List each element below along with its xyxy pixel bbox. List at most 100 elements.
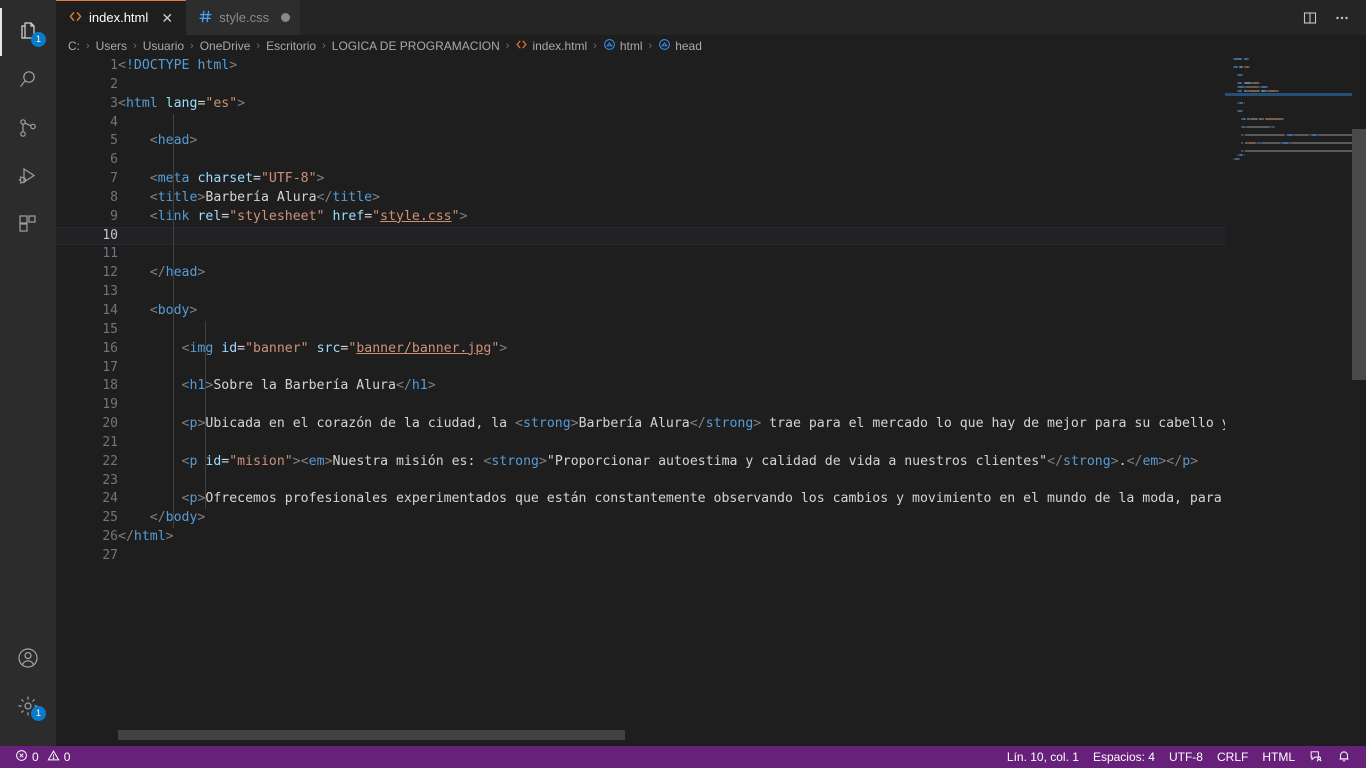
code-line[interactable]: 24 <p>Ofrecemos profesionales experiment… <box>56 490 1225 510</box>
status-bar-language-mode[interactable]: HTML <box>1255 746 1302 768</box>
code-line[interactable]: 1 <!DOCTYPE html> <box>56 57 1225 76</box>
code-line[interactable]: 20 <p>Ubicada en el corazón de la ciudad… <box>56 415 1225 434</box>
code-token: "stylesheet" <box>229 208 325 224</box>
code-line[interactable]: 19 <box>56 396 1225 416</box>
indent-guide <box>173 226 174 246</box>
indent-guide <box>173 396 174 416</box>
status-bar-live-share[interactable] <box>1302 746 1330 768</box>
activity-bar-item-source-control[interactable] <box>0 104 56 152</box>
code-line[interactable]: 4 <box>56 113 1225 133</box>
editor-vertical-scrollbar[interactable] <box>1352 57 1366 730</box>
code-line[interactable]: 10 <box>56 226 1225 246</box>
status-bar-right: Lín. 10, col. 1 Espacios: 4 UTF-8 CRLF H… <box>1000 746 1366 768</box>
warning-icon <box>47 749 60 765</box>
code-token: > <box>459 208 468 224</box>
status-bar-problems[interactable]: 0 0 <box>8 746 77 768</box>
breadcrumb-item-logica-de-programacion[interactable]: LOGICA DE PROGRAMACION <box>330 39 502 53</box>
code-line[interactable]: 21 <box>56 433 1225 453</box>
code-token: < <box>149 189 158 205</box>
unsaved-indicator-icon[interactable] <box>281 13 291 22</box>
breadcrumb-item-head[interactable]: head <box>656 38 704 54</box>
code-line[interactable]: 15 <box>56 320 1225 340</box>
breadcrumb-item-c[interactable]: C: <box>66 39 82 53</box>
code-line[interactable]: 5 <head> <box>56 132 1225 152</box>
status-bar-notifications[interactable] <box>1330 746 1358 768</box>
editor-horizontal-scrollbar[interactable] <box>56 730 1225 740</box>
code-token: strong <box>1063 453 1111 469</box>
status-bar-eol[interactable]: CRLF <box>1210 746 1255 768</box>
breadcrumb-item-onedrive[interactable]: OneDrive <box>198 39 253 53</box>
code-editor[interactable]: 1 <!DOCTYPE html> 2 3 <html lang="es"> 4 5 <he… <box>56 57 1225 730</box>
breadcrumb-item-index-html[interactable]: index.html <box>513 38 589 54</box>
code-token: > <box>372 189 381 205</box>
line-number: 10 <box>102 227 118 243</box>
code-line[interactable]: 16 <img id="banner" src="banner/banner.j… <box>56 339 1225 359</box>
line-number: 17 <box>102 359 118 375</box>
horizontal-scrollbar-thumb[interactable] <box>118 730 625 740</box>
code-line[interactable]: 6 <box>56 151 1225 171</box>
code-line[interactable]: 18 <h1>Sobre la Barbería Alura</h1> <box>56 377 1225 397</box>
code-line[interactable]: 3 <html lang="es"> <box>56 95 1225 114</box>
code-line[interactable]: 13 <box>56 283 1225 302</box>
code-line[interactable]: 9 <link rel="stylesheet" href="style.css… <box>56 207 1225 227</box>
code-token: body <box>157 302 190 318</box>
code-line[interactable]: 26 </html> <box>56 528 1225 547</box>
tab-style-css[interactable]: style.css <box>186 0 301 35</box>
code-token: > <box>427 378 436 394</box>
code-token: < <box>149 208 158 224</box>
status-bar-editor-position[interactable]: Lín. 10, col. 1 <box>1000 746 1086 768</box>
minimap-token <box>1318 134 1352 136</box>
code-token: > <box>189 302 198 318</box>
code-line[interactable]: 8 <title>Barbería Alura</title> <box>56 188 1225 208</box>
activity-bar-top-group: 1 <box>0 0 56 248</box>
minimap-token <box>1239 154 1244 156</box>
close-icon[interactable]: ✕ <box>158 9 176 27</box>
ellipsis-icon[interactable] <box>1328 4 1356 32</box>
indent-guide <box>204 320 206 340</box>
breadcrumb-separator: › <box>190 40 194 52</box>
status-bar-indentation[interactable]: Espacios: 4 <box>1086 746 1162 768</box>
activity-bar: 1 1 <box>0 0 56 746</box>
vertical-scrollbar-thumb[interactable] <box>1352 129 1366 380</box>
code-line[interactable]: 25 </body> <box>56 509 1225 529</box>
breadcrumb-item-label: LOGICA DE PROGRAMACION <box>331 39 500 53</box>
code-token: html <box>133 529 166 545</box>
activity-bar-item-extensions[interactable] <box>0 200 56 248</box>
breadcrumb-item-users[interactable]: Users <box>94 39 129 53</box>
activity-bar-item-explorer[interactable]: 1 <box>0 8 56 56</box>
code-line[interactable]: 23 <box>56 471 1225 491</box>
code-line[interactable]: 12 </head> <box>56 264 1225 284</box>
code-token: lang <box>165 95 198 111</box>
minimap[interactable] <box>1225 57 1352 730</box>
activity-bar-item-accounts[interactable] <box>0 634 56 682</box>
breadcrumb-item-label: OneDrive <box>199 39 251 53</box>
code-line[interactable]: 2 <box>56 76 1225 95</box>
code-line[interactable]: 14 <body> <box>56 301 1225 321</box>
breadcrumb-item-usuario[interactable]: Usuario <box>141 39 186 53</box>
activity-bar-item-run-and-debug[interactable] <box>0 152 56 200</box>
breadcrumb-item-label: html <box>619 39 643 53</box>
breadcrumb-item-html[interactable]: html <box>601 38 645 54</box>
status-bar-encoding[interactable]: UTF-8 <box>1162 746 1210 768</box>
code-token: html <box>197 58 230 73</box>
code-token: strong <box>705 416 754 432</box>
code-line[interactable]: 7 <meta charset="UTF-8"> <box>56 170 1225 189</box>
tab-index-html[interactable]: index.html ✕ <box>56 0 187 35</box>
code-token: h1 <box>411 378 428 394</box>
code-line[interactable]: 22 <p id="mision"><em>Nuestra misión es:… <box>56 452 1225 472</box>
code-line[interactable]: 17 <box>56 358 1225 378</box>
code-line[interactable]: 11 <box>56 245 1225 265</box>
code-line[interactable]: 27 <box>56 547 1225 566</box>
activity-bar-item-manage-settings[interactable]: 1 <box>0 682 56 730</box>
activity-bar-item-search[interactable] <box>0 56 56 104</box>
line-number: 13 <box>102 284 118 300</box>
split-editor-icon[interactable] <box>1296 4 1324 32</box>
symbol-field-icon <box>603 38 616 54</box>
code-token: > <box>197 510 206 526</box>
breadcrumb-item-escritorio[interactable]: Escritorio <box>264 39 318 53</box>
live-share-icon <box>1309 749 1323 766</box>
code-token: em <box>308 453 325 469</box>
